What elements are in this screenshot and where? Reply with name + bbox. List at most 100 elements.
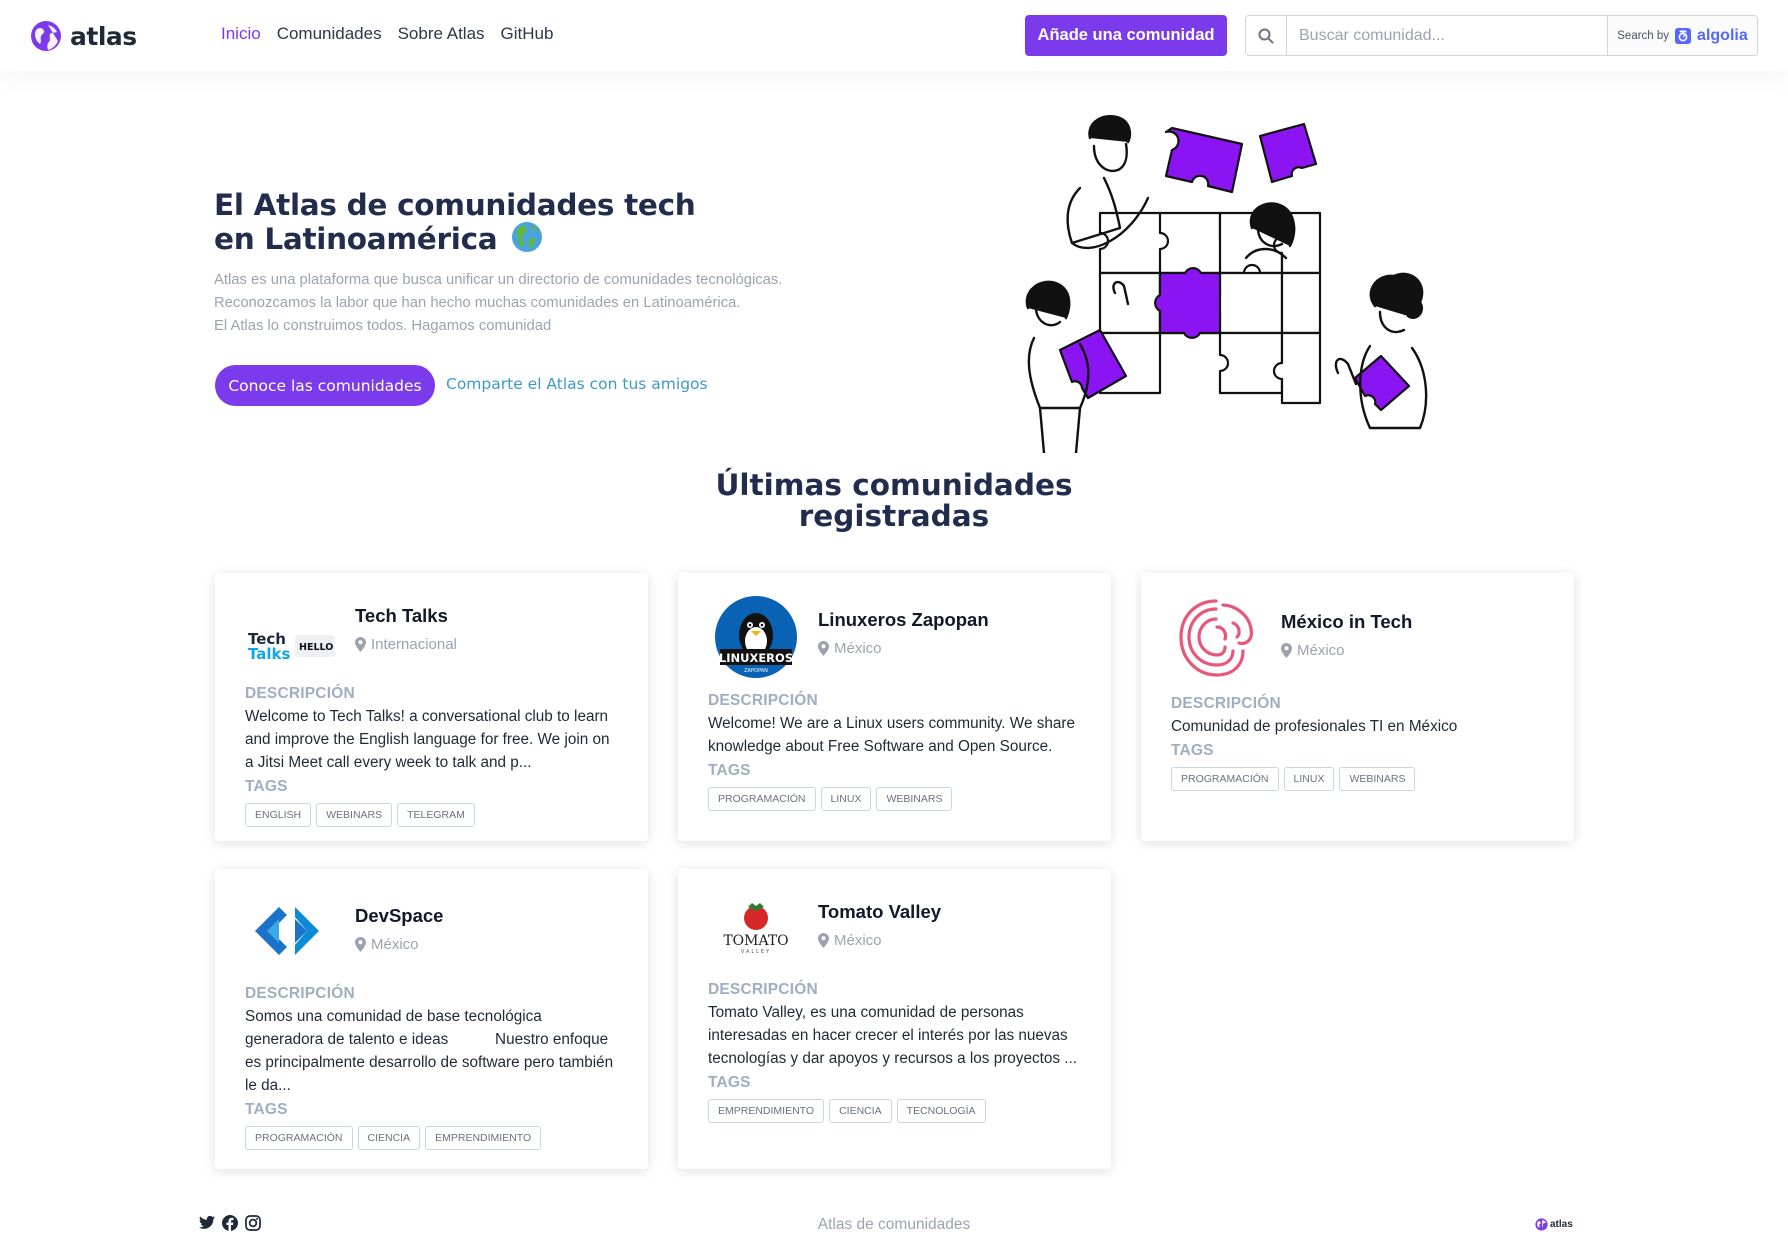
map-pin-icon (355, 937, 366, 952)
tag-ciencia[interactable]: CIENCIA (357, 1126, 421, 1150)
community-card-devspace[interactable]: DevSpace México DESCRIPCIÓN Somos una co… (215, 869, 648, 1169)
nav-inicio[interactable]: Inicio (221, 24, 261, 44)
map-pin-icon (818, 641, 829, 656)
tag-webinars[interactable]: WEBINARS (876, 787, 953, 811)
hero-title: El Atlas de comunidades tech en Latinoam… (214, 190, 774, 255)
community-location-text: México (834, 640, 882, 657)
tag-webinars[interactable]: WEBINARS (1339, 767, 1416, 791)
tag-emprendimiento[interactable]: EMPRENDIMIENTO (708, 1099, 825, 1123)
tag-emprendimiento[interactable]: EMPRENDIMIENTO (425, 1126, 542, 1150)
hero-description-line: Reconozcamos la labor que han hecho much… (214, 295, 741, 311)
community-description: Comunidad de profesionales TI en México (1171, 718, 1458, 735)
community-name[interactable]: México in Tech (1281, 611, 1412, 633)
community-name[interactable]: Tomato Valley (818, 901, 941, 923)
community-name[interactable]: Tech Talks (355, 605, 448, 627)
top-navbar: atlas Inicio Comunidades Sobre Atlas Git… (0, 0, 1788, 71)
community-tags: PROGRAMACIÓN LINUX WEBINARS (708, 787, 1081, 811)
community-location-text: México (371, 936, 419, 953)
description-label: DESCRIPCIÓN (245, 685, 355, 702)
community-location-text: México (834, 932, 882, 949)
tech-talks-logo: Tech Talks HELLO (245, 593, 341, 663)
tomato-valley-logo-text: TOMATO (723, 933, 788, 949)
tags-label: TAGS (245, 1101, 288, 1118)
tag-english[interactable]: ENGLISH (245, 803, 312, 827)
tag-linux[interactable]: LINUX (820, 787, 872, 811)
community-description: Welcome to Tech Talks! a conversational … (245, 708, 610, 771)
community-card-linuxeros-zapopan[interactable]: LINUXEROS ZAPOPAN Linuxeros Zapopan Méxi… (678, 573, 1111, 841)
community-tags: PROGRAMACIÓN LINUX WEBINARS (1171, 767, 1544, 791)
footer-logo-text: atlas (1550, 1219, 1573, 1230)
description-label: DESCRIPCIÓN (708, 981, 818, 998)
section-title-line1: Últimas comunidades (715, 468, 1073, 502)
hero-description: Atlas es una plataforma que busca unific… (214, 269, 782, 338)
globe-logo-icon (1535, 1218, 1548, 1231)
linuxeros-logo: LINUXEROS ZAPOPAN (714, 595, 798, 679)
community-location: México (818, 640, 882, 657)
tag-webinars[interactable]: WEBINARS (316, 803, 393, 827)
tags-label: TAGS (1171, 742, 1214, 759)
algolia-wordmark: algolia (1697, 26, 1748, 44)
map-pin-icon (355, 637, 366, 652)
linuxeros-logo-text: ZAPOPAN (744, 668, 768, 674)
tags-label: TAGS (245, 778, 288, 795)
community-card-tomato-valley[interactable]: TOMATO VALLEY Tomato Valley México DESCR… (678, 869, 1111, 1169)
footer-text: Atlas de comunidades (817, 1216, 971, 1233)
tags-label: TAGS (708, 1074, 751, 1091)
community-location-text: México (1297, 642, 1345, 659)
share-atlas-link[interactable]: Comparte el Atlas con tus amigos (446, 375, 708, 393)
community-description: Welcome! We are a Linux users community.… (708, 715, 1075, 755)
latest-communities-title: Últimas comunidades registradas (594, 470, 1194, 532)
nav-github[interactable]: GitHub (501, 24, 554, 44)
community-description: Tomato Valley, es una comunidad de perso… (708, 1004, 1078, 1067)
community-location: México (818, 932, 882, 949)
algolia-badge[interactable]: Search by algolia (1607, 16, 1757, 55)
mexico-in-tech-logo (1171, 593, 1261, 683)
globe-americas-icon (512, 222, 543, 252)
hero-title-line2: en Latinoamérica (214, 222, 498, 256)
hero-description-line: El Atlas lo construimos todos. Hagamos c… (214, 318, 552, 334)
tag-telegram[interactable]: TELEGRAM (397, 803, 475, 827)
globe-logo-icon (31, 21, 61, 51)
description-label: DESCRIPCIÓN (1171, 695, 1281, 712)
community-location: México (1281, 642, 1345, 659)
tags-label: TAGS (708, 762, 751, 779)
footer-atlas-logo[interactable]: atlas (1535, 1218, 1573, 1231)
tag-tecnologia[interactable]: TECNOLOGÍA (896, 1099, 986, 1123)
community-card-tech-talks[interactable]: Tech Talks HELLO Tech Talks Internaciona… (215, 573, 648, 841)
tag-programacion[interactable]: PROGRAMACIÓN (1171, 767, 1279, 791)
main-nav: Inicio Comunidades Sobre Atlas GitHub (221, 24, 553, 44)
community-name[interactable]: Linuxeros Zapopan (818, 609, 989, 631)
nav-sobre-atlas[interactable]: Sobre Atlas (398, 24, 485, 44)
community-location: Internacional (355, 636, 457, 653)
search-input[interactable] (1287, 16, 1607, 55)
hero-title-line1: El Atlas de comunidades tech (214, 188, 696, 222)
community-card-mexico-in-tech[interactable]: México in Tech México DESCRIPCIÓN Comuni… (1141, 573, 1574, 841)
description-label: DESCRIPCIÓN (708, 692, 818, 709)
puzzle-people-illustration (1025, 115, 1428, 453)
section-title-line2: registradas (798, 499, 990, 533)
linuxeros-logo-text: LINUXEROS (719, 651, 793, 665)
atlas-logo[interactable]: atlas (30, 20, 137, 52)
add-community-button[interactable]: Añade una comunidad (1025, 15, 1227, 56)
search-bar: Search by algolia (1245, 15, 1758, 56)
explore-communities-button[interactable]: Conoce las comunidades (215, 365, 435, 406)
hero-description-line: Atlas es una plataforma que busca unific… (214, 272, 783, 288)
tomato-valley-logo: TOMATO VALLEY (708, 889, 804, 969)
map-pin-icon (818, 933, 829, 948)
tag-linux[interactable]: LINUX (1283, 767, 1335, 791)
nav-comunidades[interactable]: Comunidades (277, 24, 382, 44)
tag-programacion[interactable]: PROGRAMACIÓN (708, 787, 816, 811)
community-location-text: Internacional (371, 636, 457, 653)
map-pin-icon (1281, 643, 1292, 658)
community-name[interactable]: DevSpace (355, 905, 443, 927)
tech-talks-logo-text: Talks (248, 645, 291, 663)
devspace-logo (245, 889, 335, 979)
community-tags: ENGLISH WEBINARS TELEGRAM (245, 803, 618, 827)
tomato-valley-logo-text: VALLEY (741, 949, 771, 955)
community-tags: EMPRENDIMIENTO CIENCIA TECNOLOGÍA (708, 1099, 1081, 1123)
search-icon[interactable] (1246, 16, 1287, 55)
tag-programacion[interactable]: PROGRAMACIÓN (245, 1126, 353, 1150)
community-tags: PROGRAMACIÓN CIENCIA EMPRENDIMIENTO (245, 1126, 618, 1150)
tag-ciencia[interactable]: CIENCIA (829, 1099, 892, 1123)
search-by-label: Search by (1617, 29, 1670, 42)
